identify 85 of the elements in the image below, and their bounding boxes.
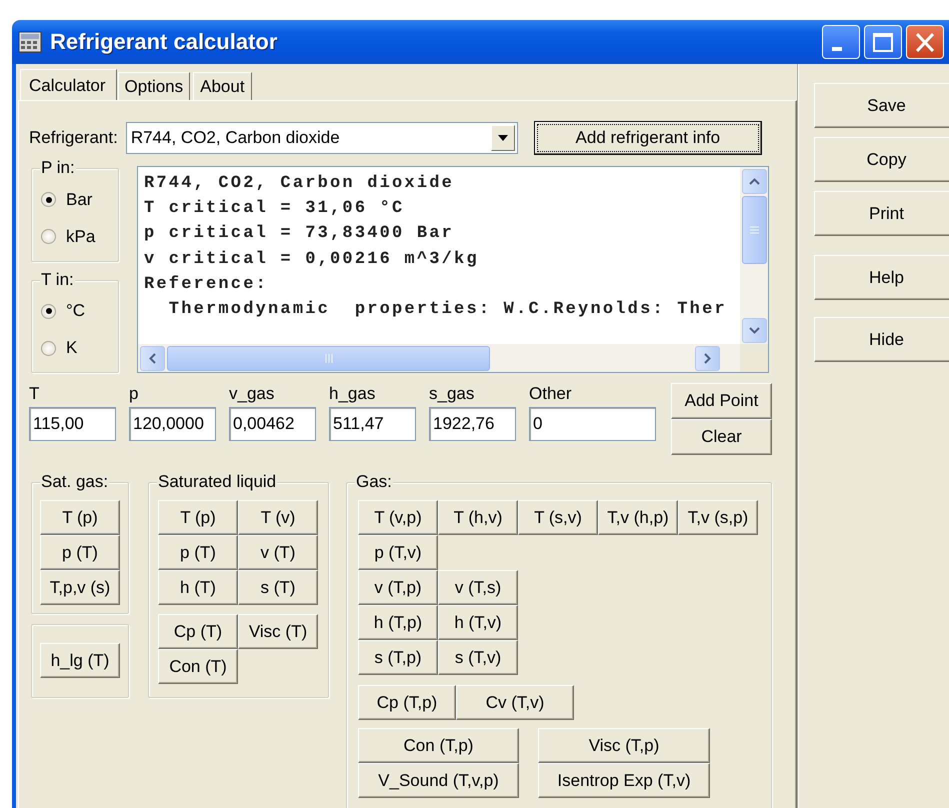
calculator-icon bbox=[18, 31, 42, 53]
window-title: Refrigerant calculator bbox=[50, 29, 278, 55]
input-field[interactable]: 511,47 bbox=[329, 407, 416, 441]
field-label: v_gas bbox=[229, 383, 276, 405]
refrigerant-dropdown[interactable]: R744, CO2, Carbon dioxide bbox=[126, 122, 518, 154]
field-label: p bbox=[129, 383, 140, 405]
calc-button[interactable]: p (T,v) bbox=[358, 535, 438, 570]
close-icon bbox=[916, 32, 934, 52]
tab[interactable]: Options bbox=[118, 72, 190, 100]
calc-button[interactable]: p (T) bbox=[40, 535, 120, 570]
calc-button[interactable]: Cv (T,v) bbox=[456, 685, 574, 720]
calc-button[interactable]: Con (T,p) bbox=[358, 728, 519, 763]
calc-button[interactable]: T (h,v) bbox=[438, 500, 518, 535]
horizontal-scrollbar[interactable] bbox=[138, 344, 740, 372]
calc-button[interactable]: h (T) bbox=[158, 570, 238, 605]
group-title: Sat. gas: bbox=[40, 472, 110, 492]
side-button[interactable]: Print bbox=[814, 191, 949, 236]
input-field[interactable]: 0 bbox=[529, 407, 656, 441]
calc-button[interactable]: v (T) bbox=[238, 535, 318, 570]
refrigerant-label: Refrigerant: bbox=[29, 128, 118, 148]
minimize-icon bbox=[832, 47, 842, 51]
field-label: s_gas bbox=[429, 383, 476, 405]
calc-button[interactable]: T,v (s,p) bbox=[678, 500, 758, 535]
calc-button[interactable]: Con (T) bbox=[158, 649, 238, 684]
maximize-button[interactable] bbox=[864, 25, 902, 59]
input-field[interactable]: 0,00462 bbox=[229, 407, 316, 441]
vertical-scrollbar[interactable] bbox=[740, 167, 768, 344]
info-line: v critical = 0,00216 m^3/kg bbox=[144, 248, 480, 271]
calc-button[interactable]: v (T,s) bbox=[438, 570, 518, 605]
info-line: T critical = 31,06 °C bbox=[144, 198, 406, 220]
close-button[interactable] bbox=[906, 25, 944, 59]
input-field[interactable]: 120,0000 bbox=[129, 407, 216, 441]
scroll-left-icon[interactable] bbox=[140, 346, 165, 370]
clear-button[interactable]: Clear bbox=[671, 419, 772, 455]
calc-button[interactable]: T (s,v) bbox=[518, 500, 598, 535]
side-button[interactable]: Help bbox=[814, 255, 949, 300]
calc-button[interactable]: T,v (h,p) bbox=[598, 500, 678, 535]
radio-option[interactable]: °C bbox=[41, 292, 118, 330]
calc-button[interactable]: V_Sound (T,v,p) bbox=[358, 763, 519, 798]
calc-button[interactable]: Visc (T) bbox=[238, 614, 318, 649]
scrollbar-corner bbox=[740, 344, 768, 372]
side-button[interactable]: Hide bbox=[814, 317, 949, 362]
field-label: Other bbox=[529, 383, 573, 405]
calc-button[interactable]: s (T) bbox=[238, 570, 318, 605]
side-button[interactable]: Save bbox=[814, 83, 949, 128]
scroll-right-icon[interactable] bbox=[695, 346, 720, 370]
calc-button[interactable]: Cp (T,p) bbox=[358, 685, 456, 720]
scroll-thumb[interactable] bbox=[167, 346, 490, 370]
calc-button[interactable]: Isentrop Exp (T,v) bbox=[538, 763, 710, 798]
add-point-button[interactable]: Add Point bbox=[671, 383, 772, 419]
radio-option[interactable]: Bar bbox=[41, 181, 118, 218]
minimize-button[interactable] bbox=[822, 25, 860, 59]
radio-option[interactable]: kPa bbox=[41, 218, 118, 255]
calc-button[interactable]: h (T,v) bbox=[438, 605, 518, 640]
calc-button[interactable]: p (T) bbox=[158, 535, 238, 570]
scroll-down-icon[interactable] bbox=[742, 318, 766, 343]
scroll-thumb[interactable] bbox=[742, 196, 766, 264]
calc-button[interactable]: T (v) bbox=[238, 500, 318, 535]
calc-button[interactable]: v (T,p) bbox=[358, 570, 438, 605]
tab[interactable]: About bbox=[193, 72, 252, 100]
maximize-icon bbox=[873, 32, 893, 52]
tab[interactable]: Calculator bbox=[20, 69, 117, 101]
add-refrigerant-info-button[interactable]: Add refrigerant info bbox=[534, 121, 762, 155]
group-title: Saturated liquid bbox=[157, 472, 278, 492]
calc-button[interactable]: T (p) bbox=[158, 500, 238, 535]
radio-option[interactable]: K bbox=[41, 330, 118, 366]
calc-button[interactable]: Visc (T,p) bbox=[538, 728, 710, 763]
scroll-up-icon[interactable] bbox=[742, 169, 766, 194]
info-line: p critical = 73,83400 Bar bbox=[144, 223, 456, 246]
info-line: Thermodynamic properties: W.C.Reynolds: Ther bbox=[168, 298, 728, 321]
calc-button[interactable]: T (p) bbox=[40, 500, 120, 535]
calc-button[interactable]: Cp (T) bbox=[158, 614, 238, 649]
calc-button[interactable]: T,p,v (s) bbox=[40, 570, 120, 605]
info-line: R744, CO2, Carbon dioxide bbox=[144, 173, 456, 195]
calc-button[interactable]: h (T,p) bbox=[358, 605, 438, 640]
calc-button[interactable]: s (T,v) bbox=[438, 640, 518, 675]
field-label: T bbox=[29, 383, 40, 405]
calc-button[interactable]: T (v,p) bbox=[358, 500, 438, 535]
field-label: h_gas bbox=[329, 383, 376, 405]
input-field[interactable]: 115,00 bbox=[29, 407, 116, 441]
side-button[interactable]: Copy bbox=[814, 137, 949, 182]
input-field[interactable]: 1922,76 bbox=[429, 407, 516, 441]
info-line: Reference: bbox=[144, 274, 270, 296]
calc-button[interactable]: s (T,p) bbox=[358, 640, 438, 675]
calc-button[interactable]: h_lg (T) bbox=[40, 643, 120, 678]
